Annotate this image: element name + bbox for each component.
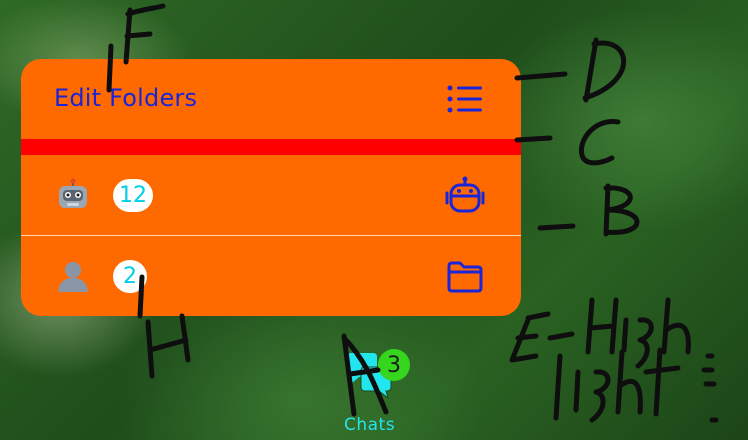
unread-count-badge: 12: [113, 178, 153, 212]
folder-row-bots[interactable]: 12: [21, 155, 521, 235]
unread-count-badge: 2: [113, 259, 147, 293]
annotation-b-dash: [537, 223, 576, 231]
annotation-light-word: [553, 347, 681, 423]
annotation-high-word: [585, 297, 691, 369]
person-silhouette-emoji-icon: [55, 258, 91, 294]
annotation-d-dash: [514, 71, 568, 81]
chats-unread-badge: 3: [378, 349, 410, 381]
highlight-separator: [21, 139, 521, 155]
robot-emoji-icon: [55, 177, 91, 213]
list-icon: [447, 85, 482, 113]
annotation-e-letter: [509, 311, 575, 363]
tab-chats[interactable]: 3 Chats: [340, 345, 410, 435]
annotation-f-letter: [123, 3, 166, 65]
annotation-c-dash: [514, 135, 553, 143]
annotation-c-letter: [578, 119, 621, 166]
annotation-dots: [701, 353, 719, 423]
annotation-h-letter: [145, 313, 191, 379]
chats-tab-label: Chats: [344, 415, 396, 435]
folder-row-personal[interactable]: 2: [21, 236, 521, 316]
edit-folders-item[interactable]: Edit Folders: [21, 59, 521, 139]
robot-icon: [445, 176, 485, 213]
folder-icon: [447, 261, 483, 293]
edit-folders-label: Edit Folders: [54, 84, 198, 112]
folders-context-menu: Edit Folders 12 2: [21, 59, 521, 316]
annotation-b-letter: [603, 183, 640, 237]
annotation-d-letter: [582, 37, 627, 103]
